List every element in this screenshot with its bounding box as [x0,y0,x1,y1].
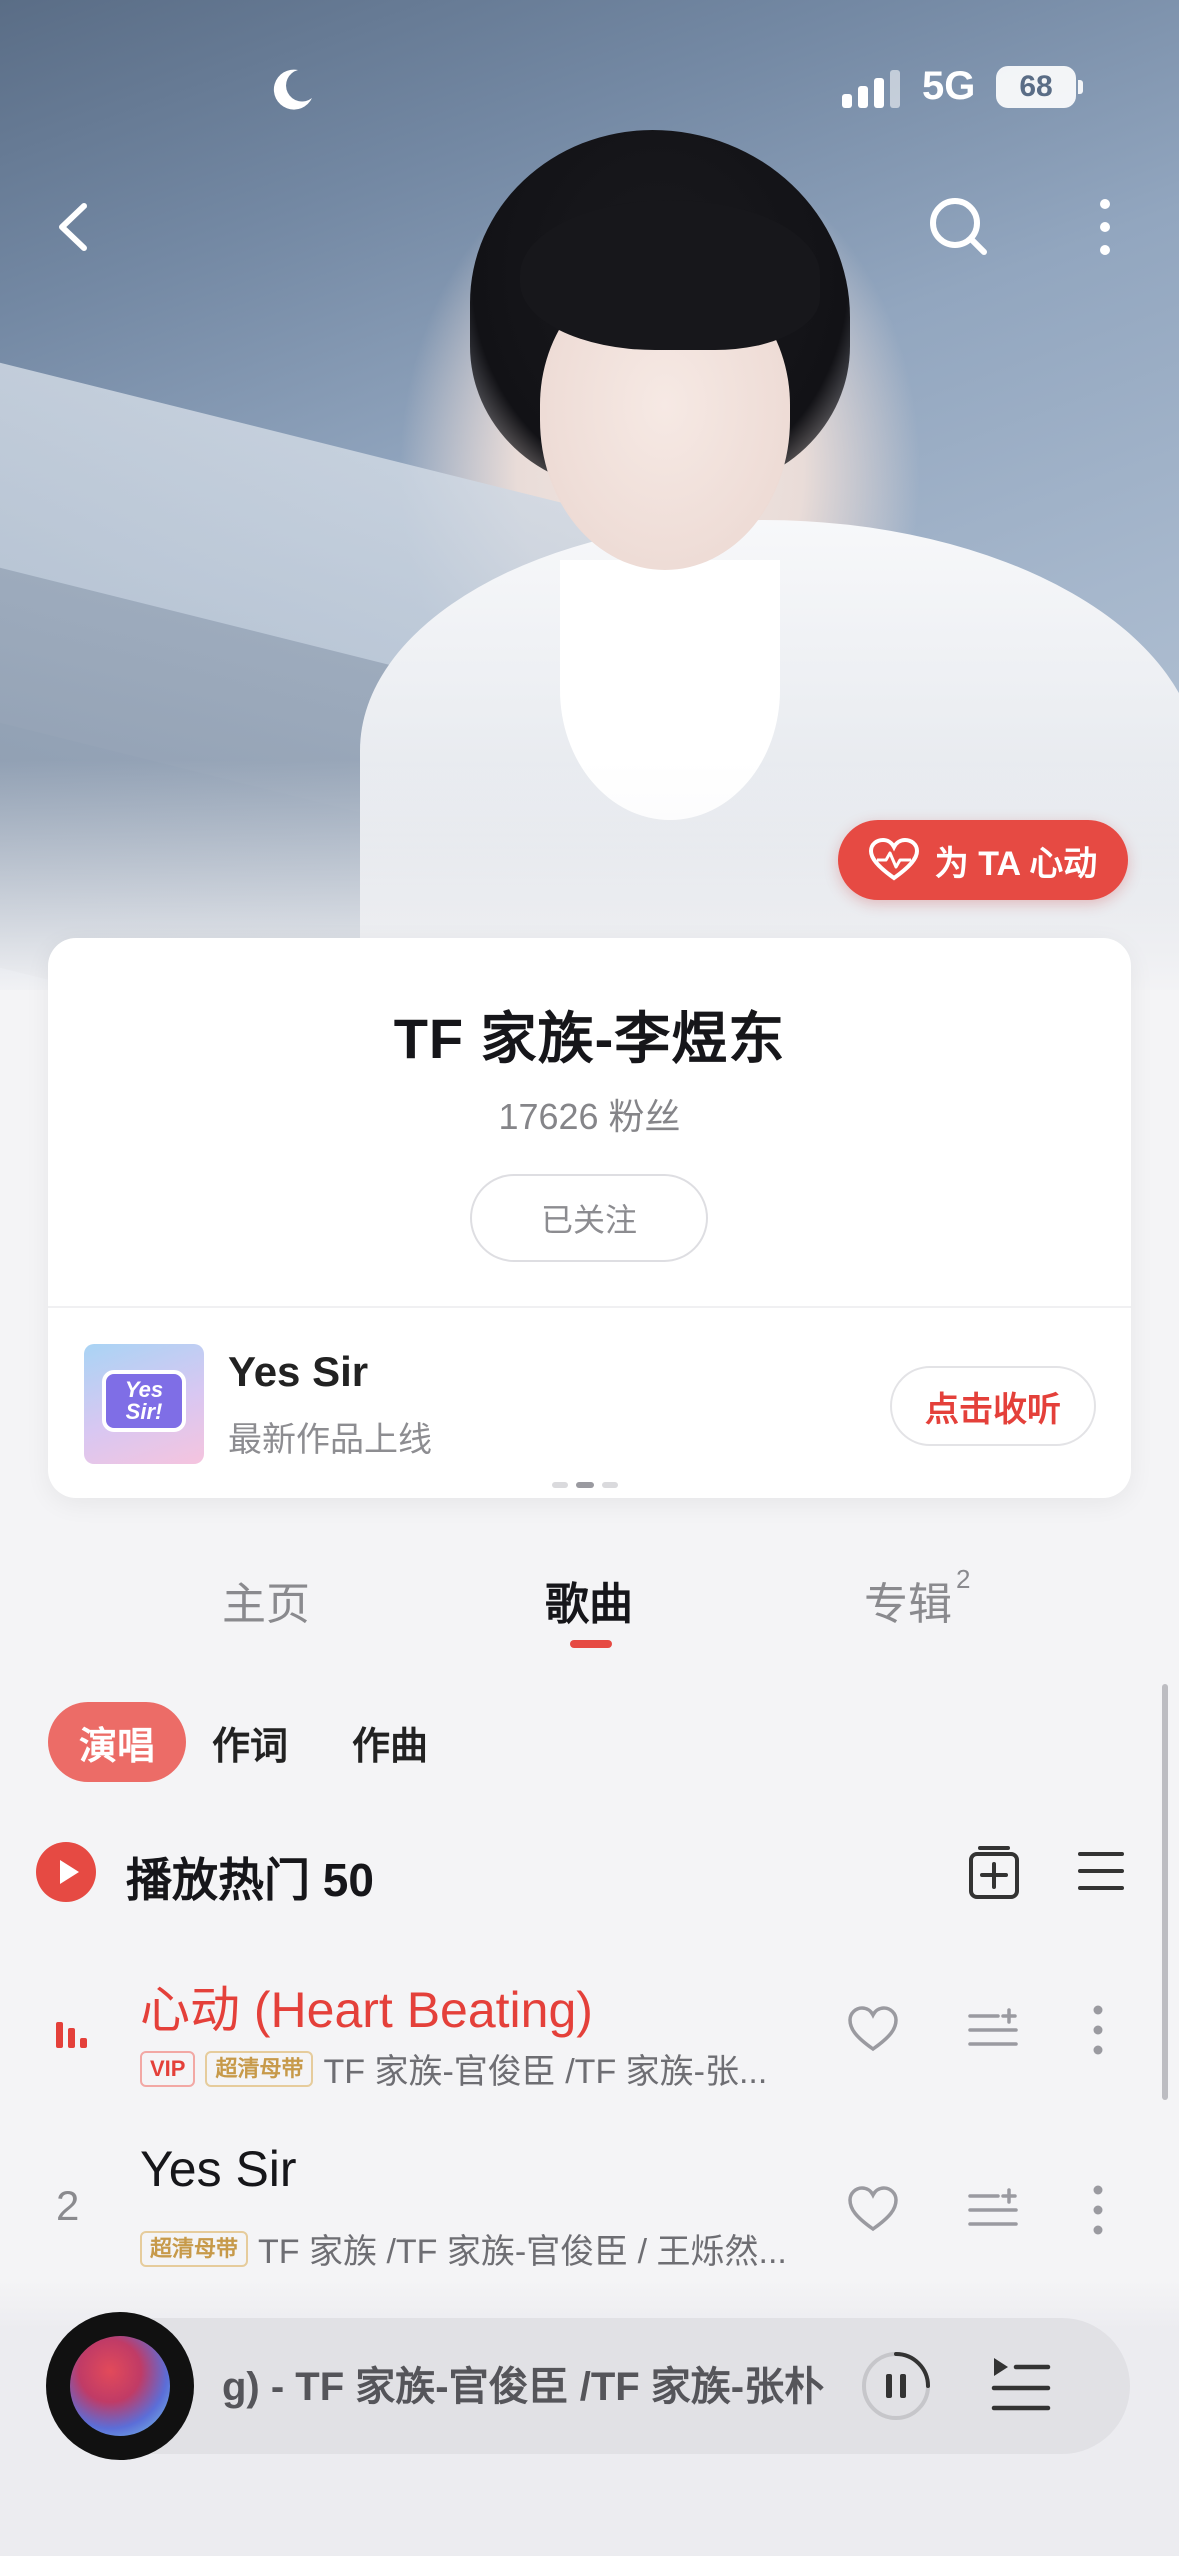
vip-badge: VIP [140,2050,196,2087]
moon-icon [273,69,312,110]
tab-indicator [570,1640,612,1648]
song-title: Yes Sir [140,2141,297,2197]
album-art-text: Yes Sir! [102,1370,186,1432]
add-to-queue-icon[interactable] [968,2008,1018,2052]
featured-title[interactable]: Yes Sir [228,1348,368,1396]
heart-support-button[interactable]: 为 TA 心动 [838,820,1128,900]
song-row[interactable]: 2 Yes Sir 超清母带 TF 家族 /TF 家族-官俊臣 / 王烁然... [0,2130,1179,2290]
network-label: 5G [922,64,976,108]
song-artists: TF 家族-官俊臣 /TF 家族-张... [323,2053,768,2091]
now-playing-track[interactable]: g) - TF 家族-官俊臣 /TF 家族-张朴 [222,2354,838,2412]
song-rank: 2 [56,2182,80,2229]
tab-albums[interactable]: 专辑2 [864,1564,970,1632]
now-playing-icon [56,2022,87,2048]
carousel-dot [602,1482,618,1488]
album-cover[interactable]: Yes Sir! [84,1344,204,1464]
signal-icon [842,70,900,108]
tab-home[interactable]: 主页 [222,1568,310,1632]
song-meta: VIP 超清母带 TF 家族-官俊臣 /TF 家族-张... [140,2044,800,2093]
search-icon[interactable] [924,192,994,262]
tab-home-label: 主页 [222,1580,310,1629]
more-vertical-icon[interactable] [1086,2182,1110,2238]
song-title: 心动 (Heart Beating) [140,1982,593,2038]
play-circle-icon[interactable] [36,1842,96,1902]
add-to-playlist-icon[interactable] [968,1844,1020,1900]
artist-card: TF 家族-李煜东 17626 粉丝 已关注 Yes Sir! Yes Sir … [48,938,1131,1498]
photo-fringe [520,200,820,350]
heart-pulse-icon [868,838,919,881]
status-bar: 5G 68 [0,56,1179,116]
heart-button-label: 为 TA 心动 [934,844,1098,883]
now-playing-disc[interactable] [46,2312,194,2460]
back-icon[interactable] [46,192,102,262]
filter-compose[interactable]: 作曲 [352,1702,428,1782]
tab-albums-count: 2 [956,1564,971,1594]
master-quality-badge: 超清母带 [205,2050,314,2087]
tab-albums-label: 专辑 [864,1580,952,1629]
add-to-queue-icon[interactable] [968,2188,1018,2232]
filter-sing[interactable]: 演唱 [48,1702,186,1782]
list-menu-icon[interactable] [1078,1848,1124,1894]
tab-bar: 主页 歌曲 专辑2 [0,1564,1179,1658]
heart-icon[interactable] [846,2184,900,2234]
fans-count: 17626 粉丝 [498,1096,681,1137]
featured-subtitle: 最新作品上线 [228,1421,432,1459]
master-quality-badge: 超清母带 [140,2230,249,2267]
play-hot-50-label[interactable]: 播放热门 50 [126,1844,374,1910]
follow-button[interactable]: 已关注 [470,1174,708,1262]
tab-songs[interactable]: 歌曲 [545,1568,633,1632]
filter-lyrics[interactable]: 作词 [212,1702,288,1782]
more-vertical-icon[interactable] [1080,192,1130,262]
battery-icon: 68 [996,66,1083,108]
tab-songs-label: 歌曲 [545,1580,633,1629]
scrollbar[interactable] [1162,1684,1168,2100]
listen-button[interactable]: 点击收听 [890,1366,1096,1446]
now-playing-cover [70,2336,170,2436]
carousel-dot [552,1482,568,1488]
playlist-icon[interactable] [990,2352,1052,2416]
heart-icon[interactable] [846,2004,900,2054]
divider [48,1306,1131,1308]
song-meta: 超清母带 TF 家族 /TF 家族-官俊臣 / 王烁然... [140,2224,800,2273]
artist-name: TF 家族-李煜东 [393,1007,786,1070]
carousel-dots [552,1482,618,1488]
song-row[interactable]: 心动 (Heart Beating) VIP 超清母带 TF 家族-官俊臣 /T… [0,1950,1179,2110]
carousel-dot-active [576,1482,594,1488]
pause-icon[interactable] [860,2350,932,2422]
song-artists: TF 家族 /TF 家族-官俊臣 / 王烁然... [258,2233,787,2271]
more-vertical-icon[interactable] [1086,2002,1110,2058]
